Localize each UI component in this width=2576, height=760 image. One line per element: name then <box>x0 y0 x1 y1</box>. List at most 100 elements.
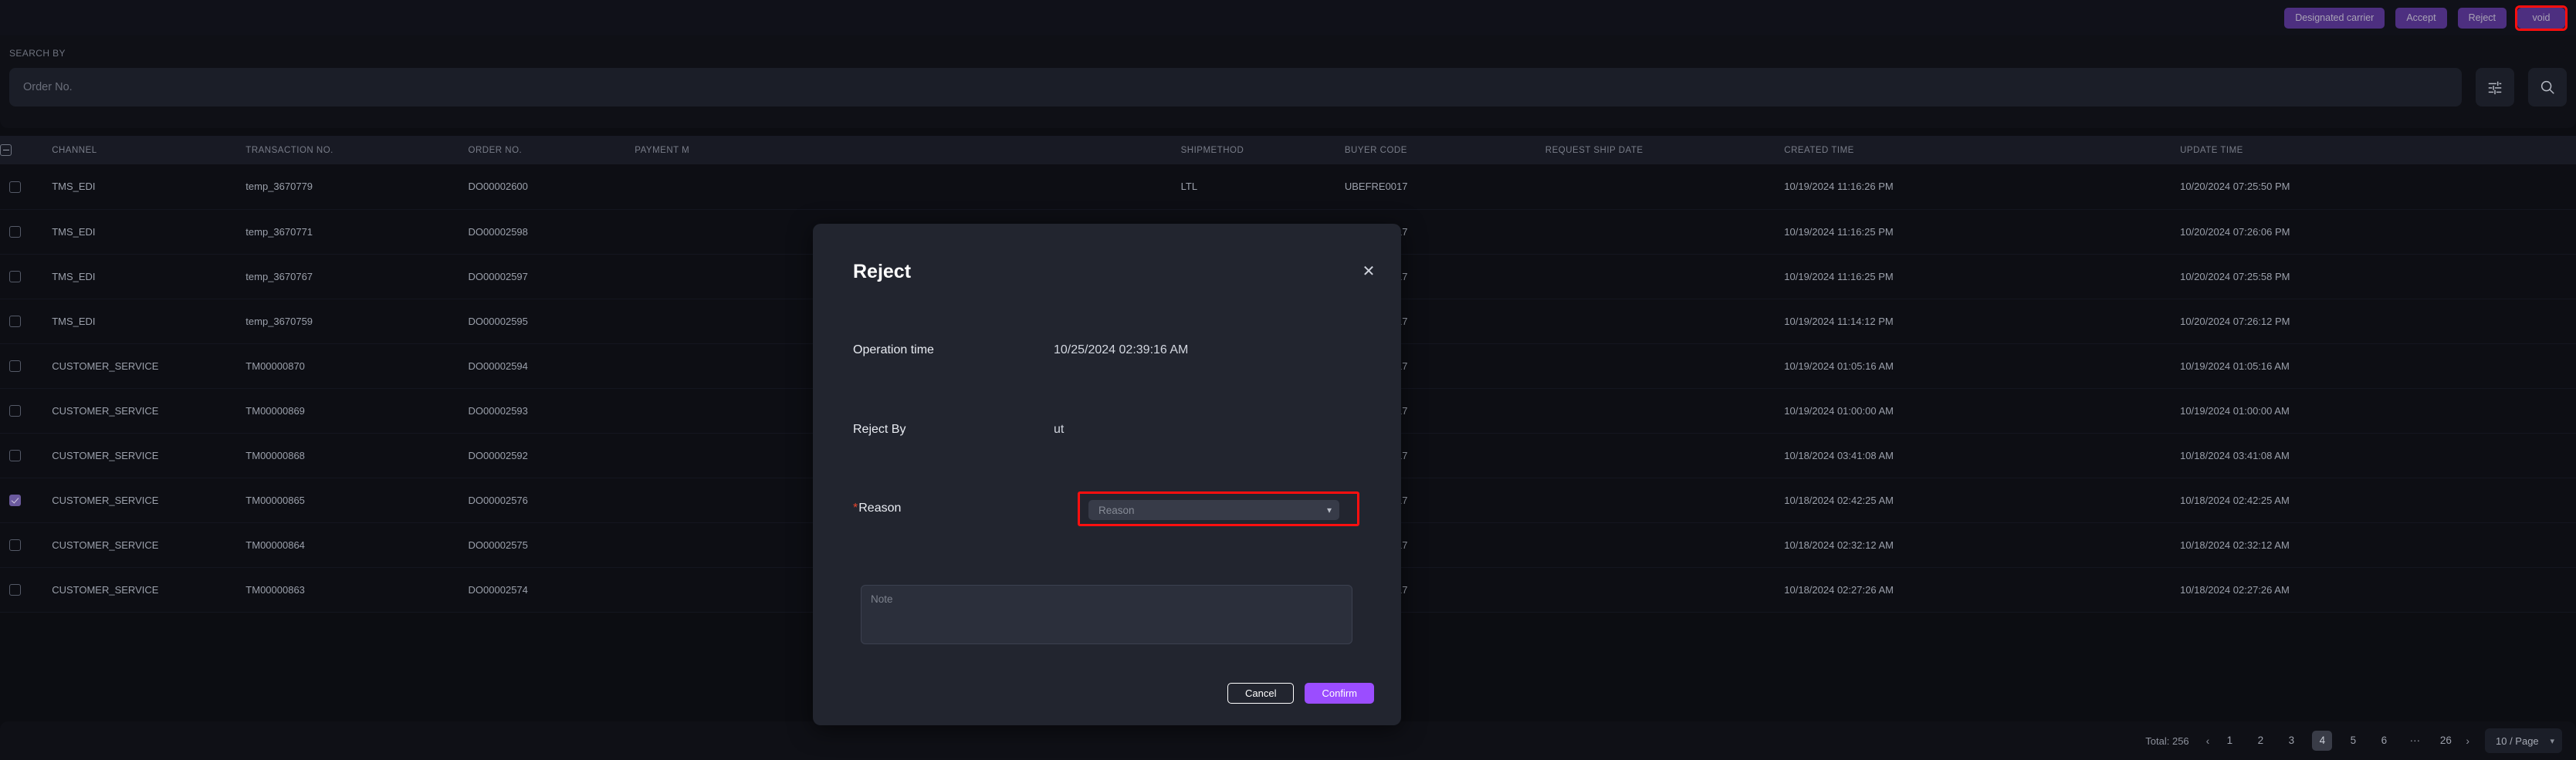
col-payment-method[interactable]: PAYMENT M <box>635 136 1180 164</box>
reject-by-value: ut <box>1054 423 1064 437</box>
row-checkbox[interactable] <box>9 181 21 193</box>
operation-time-row: Operation time 10/25/2024 02:39:16 AM <box>853 343 1361 357</box>
cell-channel: TMS_EDI <box>52 299 245 343</box>
page-number[interactable]: 5 <box>2343 731 2363 751</box>
table-header-row: CHANNEL TRANSACTION NO. ORDER NO. PAYMEN… <box>0 136 2576 164</box>
page-size-value: 10 / Page <box>2496 735 2539 747</box>
cell-order-no[interactable]: DO00002598 <box>469 209 635 254</box>
cell-update-time: 10/20/2024 07:25:50 PM <box>2180 164 2576 209</box>
col-created-time[interactable]: CREATED TIME <box>1784 136 2180 164</box>
row-select-cell <box>0 164 52 209</box>
cell-order-no[interactable]: DO00002575 <box>469 522 635 567</box>
cell-order-no[interactable]: DO00002594 <box>469 343 635 388</box>
note-textarea[interactable] <box>861 585 1352 644</box>
cell-request-ship-date <box>1545 343 1784 388</box>
cell-transaction-no: TM00000864 <box>245 522 468 567</box>
reject-button[interactable]: Reject <box>2458 8 2507 29</box>
page-number[interactable]: 1 <box>2219 731 2239 751</box>
cell-created-time: 10/18/2024 02:42:25 AM <box>1784 478 2180 522</box>
row-checkbox[interactable] <box>9 495 21 506</box>
page-number[interactable]: 3 <box>2281 731 2301 751</box>
cell-channel: CUSTOMER_SERVICE <box>52 567 245 612</box>
cancel-button[interactable]: Cancel <box>1227 683 1294 704</box>
row-checkbox[interactable] <box>9 316 21 327</box>
cell-created-time: 10/19/2024 11:16:26 PM <box>1784 164 2180 209</box>
void-button[interactable]: void <box>2517 8 2565 29</box>
designated-carrier-button-wrap: Designated carrier <box>2273 8 2385 29</box>
select-all-checkbox[interactable] <box>0 144 12 156</box>
cell-update-time: 10/18/2024 02:42:25 AM <box>2180 478 2576 522</box>
col-update-time[interactable]: UPDATE TIME <box>2180 136 2576 164</box>
cell-transaction-no: TM00000865 <box>245 478 468 522</box>
search-by-label: SEARCH BY <box>9 48 66 59</box>
reject-by-label: Reject By <box>853 423 1054 437</box>
order-management-page: Designated carrier Accept Reject void SE… <box>0 0 2576 760</box>
col-order-no[interactable]: ORDER NO. <box>469 136 635 164</box>
row-select-cell <box>0 522 52 567</box>
modal-actions: Cancel Confirm <box>1227 683 1374 704</box>
search-button[interactable] <box>2528 68 2567 106</box>
cell-transaction-no: temp_3670779 <box>245 164 468 209</box>
required-asterisk: * <box>853 502 858 515</box>
operation-time-label: Operation time <box>853 343 1054 357</box>
cell-transaction-no: TM00000869 <box>245 388 468 433</box>
cell-order-no[interactable]: DO00002574 <box>469 567 635 612</box>
page-number[interactable]: ··· <box>2405 731 2425 751</box>
cell-created-time: 10/19/2024 11:16:25 PM <box>1784 209 2180 254</box>
table-row[interactable]: TMS_EDItemp_3670779DO00002600LTLUBEFRE00… <box>0 164 2576 209</box>
cell-channel: CUSTOMER_SERVICE <box>52 343 245 388</box>
search-panel: SEARCH BY <box>0 35 2576 128</box>
cell-channel: CUSTOMER_SERVICE <box>52 478 245 522</box>
page-number[interactable]: 6 <box>2374 731 2394 751</box>
cell-transaction-no: temp_3670767 <box>245 254 468 299</box>
cell-order-no[interactable]: DO00002593 <box>469 388 635 433</box>
row-select-cell <box>0 567 52 612</box>
row-checkbox[interactable] <box>9 405 21 417</box>
designated-carrier-button[interactable]: Designated carrier <box>2284 8 2385 29</box>
reason-select-value: Reason <box>1098 505 1135 516</box>
row-checkbox[interactable] <box>9 271 21 282</box>
row-checkbox[interactable] <box>9 450 21 461</box>
table-head: CHANNEL TRANSACTION NO. ORDER NO. PAYMEN… <box>0 136 2576 164</box>
row-checkbox[interactable] <box>9 539 21 551</box>
filter-button[interactable] <box>2476 68 2514 106</box>
col-buyer-code[interactable]: BUYER CODE <box>1345 136 1545 164</box>
cell-request-ship-date <box>1545 388 1784 433</box>
search-input[interactable] <box>9 68 2462 106</box>
cell-order-no[interactable]: DO00002597 <box>469 254 635 299</box>
page-number[interactable]: 4 <box>2312 731 2332 751</box>
confirm-button[interactable]: Confirm <box>1305 683 1374 704</box>
pagination-bar: Total: 256 ‹ 123456···26 › 10 / Page ▾ <box>0 721 2576 760</box>
next-page-button[interactable]: › <box>2466 735 2469 747</box>
col-channel[interactable]: CHANNEL <box>52 136 245 164</box>
reject-by-row: Reject By ut <box>853 423 1361 437</box>
cell-order-no[interactable]: DO00002576 <box>469 478 635 522</box>
row-select-cell <box>0 343 52 388</box>
cell-update-time: 10/20/2024 07:26:12 PM <box>2180 299 2576 343</box>
cell-transaction-no: TM00000863 <box>245 567 468 612</box>
reason-select[interactable]: Reason ▾ <box>1088 500 1339 520</box>
cell-order-no[interactable]: DO00002592 <box>469 433 635 478</box>
page-size-select[interactable]: 10 / Page ▾ <box>2485 728 2562 753</box>
cell-channel: TMS_EDI <box>52 209 245 254</box>
cell-order-no[interactable]: DO00002595 <box>469 299 635 343</box>
page-number[interactable]: 2 <box>2250 731 2270 751</box>
row-checkbox[interactable] <box>9 226 21 238</box>
cell-channel: TMS_EDI <box>52 254 245 299</box>
reject-modal: Reject ✕ Operation time 10/25/2024 02:39… <box>813 224 1401 725</box>
row-select-cell <box>0 388 52 433</box>
row-checkbox[interactable] <box>9 584 21 596</box>
cell-request-ship-date <box>1545 209 1784 254</box>
col-transaction-no[interactable]: TRANSACTION NO. <box>245 136 468 164</box>
reason-label: *Reason <box>853 502 1054 515</box>
close-icon[interactable]: ✕ <box>1359 262 1378 281</box>
prev-page-button[interactable]: ‹ <box>2206 735 2210 747</box>
row-checkbox[interactable] <box>9 360 21 372</box>
cell-transaction-no: TM00000870 <box>245 343 468 388</box>
cell-order-no[interactable]: DO00002600 <box>469 164 635 209</box>
cell-created-time: 10/19/2024 01:05:16 AM <box>1784 343 2180 388</box>
page-number[interactable]: 26 <box>2436 731 2456 751</box>
col-shipmethod[interactable]: SHIPMETHOD <box>1181 136 1345 164</box>
accept-button[interactable]: Accept <box>2395 8 2446 29</box>
col-request-ship-date[interactable]: REQUEST SHIP DATE <box>1545 136 1784 164</box>
